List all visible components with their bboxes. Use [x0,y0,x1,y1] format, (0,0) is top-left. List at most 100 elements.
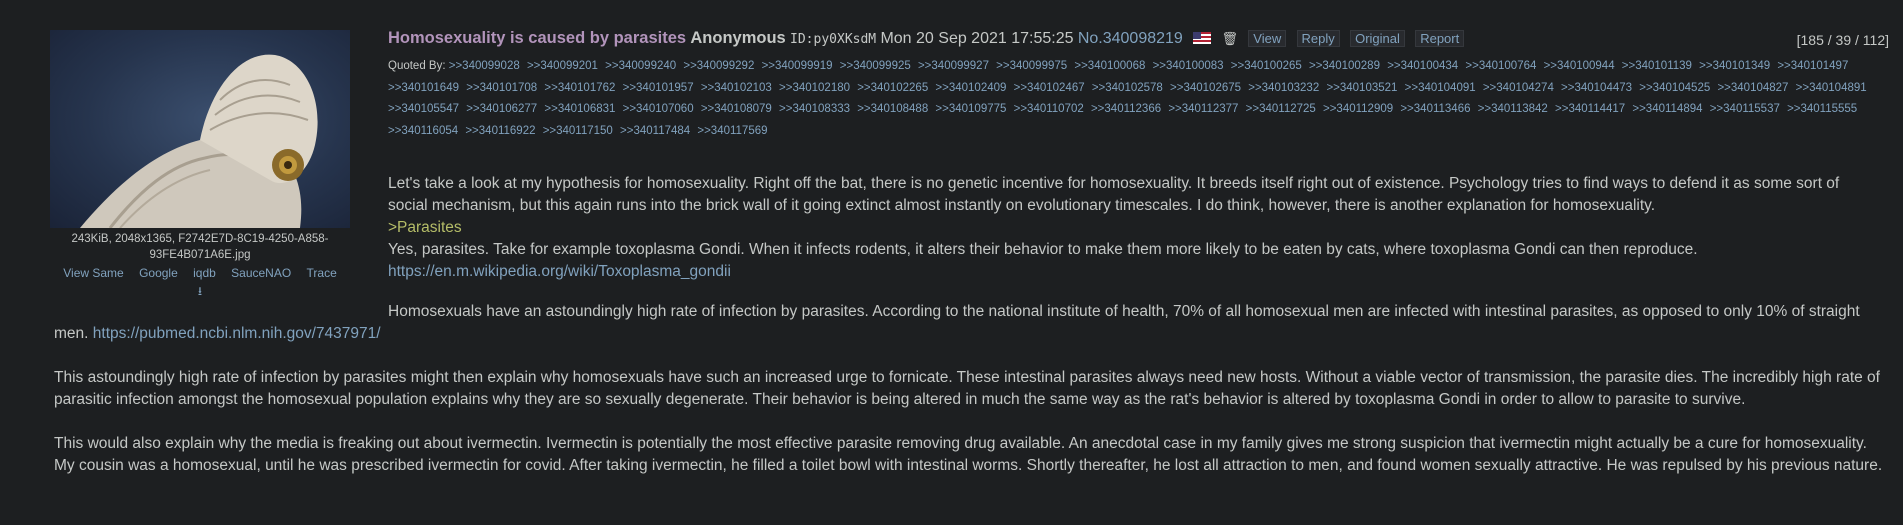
file-block: 243KiB, 2048x1365, F2742E7D-8C19-4250-A8… [50,30,350,303]
poster-id-label: ID: [790,32,814,47]
quote-link[interactable]: >>340102578 [1092,82,1163,94]
quote-link[interactable]: >>340101349 [1699,60,1770,72]
quote-link[interactable]: >>340116922 [465,125,535,137]
quote-link[interactable]: >>340117150 [543,125,613,137]
quote-link[interactable]: >>340101497 [1777,60,1848,72]
us-flag-icon [1193,32,1212,44]
trace-link[interactable]: Trace [307,266,337,280]
view-same-link[interactable]: View Same [63,266,123,280]
quote-link[interactable]: >>340101762 [544,82,615,94]
original-button[interactable]: Original [1350,30,1405,47]
pubmed-link[interactable]: https://pubmed.ncbi.nlm.nih.gov/7437971/ [93,325,381,342]
quote-link[interactable]: >>340100265 [1231,60,1302,72]
post-number: 340098219 [1102,30,1183,47]
iqdb-link[interactable]: iqdb [193,266,216,280]
quote-link[interactable]: >>340117569 [697,125,767,137]
post-message-bottom: Homosexuals have an astoundingly high ra… [54,301,1884,499]
quote-link[interactable]: >>340100764 [1465,60,1536,72]
quote-link[interactable]: >>340102265 [857,82,928,94]
post-number-label: No. [1077,30,1103,47]
post-thumbnail[interactable] [50,30,350,228]
quote-link[interactable]: >>340100944 [1544,60,1615,72]
quote-link[interactable]: >>340101649 [388,82,459,94]
post-subject: Homosexuality is caused by parasites [388,29,687,47]
quote-link[interactable]: >>340099975 [996,60,1067,72]
quoted-by-label: Quoted By: [388,60,446,72]
quote-link[interactable]: >>340108333 [779,103,850,115]
reply-counter: [185 / 39 / 112] [1796,32,1889,48]
quote-link[interactable]: >>340099927 [918,60,989,72]
quote-link[interactable]: >>340104525 [1639,82,1710,94]
quote-link[interactable]: >>340102467 [1014,82,1085,94]
image-search-links: View Same Google iqdb SauceNAO Trace [50,266,350,280]
quote-link[interactable]: >>340110702 [1014,103,1084,115]
quote-link[interactable]: >>340102180 [779,82,850,94]
quote-link[interactable]: >>340116054 [388,125,458,137]
quote-link[interactable]: >>340108079 [701,103,772,115]
quote-link[interactable]: >>340101139 [1622,60,1692,72]
wikipedia-link[interactable]: https://en.m.wikipedia.org/wiki/Toxoplas… [388,263,731,280]
quote-link[interactable]: >>340100068 [1074,60,1145,72]
worm-image [80,54,318,228]
quote-link[interactable]: >>340099201 [527,60,598,72]
reply-button[interactable]: Reply [1296,30,1340,47]
quoted-by: Quoted By: >>340099028 >>340099201 >>340… [388,56,1888,142]
quote-link[interactable]: >>340099919 [762,60,833,72]
quote-link[interactable]: >>340103521 [1326,82,1397,94]
quote-link[interactable]: >>340112377 [1168,103,1238,115]
quote-link[interactable]: >>340115537 [1710,103,1780,115]
quote-link[interactable]: >>340104274 [1483,82,1554,94]
quote-link[interactable]: >>340105547 [388,103,459,115]
quote-link[interactable]: >>340102675 [1170,82,1241,94]
quote-link[interactable]: >>340106831 [544,103,615,115]
quote-link[interactable]: >>340113466 [1400,103,1470,115]
quote-link[interactable]: >>340107060 [623,103,694,115]
quote-link[interactable]: >>340103232 [1248,82,1319,94]
quote-link[interactable]: >>340100289 [1309,60,1380,72]
message-paragraph: Homosexuals have an astoundingly high ra… [54,301,1884,345]
message-paragraph: Yes, parasites. Take for example toxopla… [388,241,1698,258]
poster-name: Anonymous [690,29,786,47]
post-message-top: Let's take a look at my hypothesis for h… [388,173,1883,283]
greentext-line: >Parasites [388,219,462,236]
message-paragraph: This astoundingly high rate of infection… [54,369,1880,408]
quote-link[interactable]: >>340117484 [620,125,690,137]
quote-link[interactable]: >>340113842 [1478,103,1548,115]
quote-link[interactable]: >>340112725 [1246,103,1316,115]
download-icon[interactable]: ⭳ [50,282,350,303]
quote-link[interactable]: >>340112366 [1091,103,1161,115]
quote-link[interactable]: >>340112909 [1323,103,1393,115]
file-info: 243KiB, 2048x1365, F2742E7D-8C19-4250-A8… [71,233,329,261]
quote-link[interactable]: >>340102103 [701,82,772,94]
quote-link[interactable]: >>340102409 [935,82,1006,94]
quote-link[interactable]: >>340101708 [466,82,537,94]
post-datetime: Mon 20 Sep 2021 17:55:25 [880,30,1074,47]
quote-link[interactable]: >>340099925 [840,60,911,72]
quote-link[interactable]: >>340099240 [605,60,676,72]
quote-link[interactable]: >>340108488 [857,103,928,115]
quote-link[interactable]: >>340109775 [935,103,1006,115]
quote-link[interactable]: >>340104891 [1796,82,1867,94]
poster-id[interactable]: ID:py0XKsdM [790,32,876,47]
quote-link[interactable]: >>340100083 [1153,60,1224,72]
message-paragraph: Let's take a look at my hypothesis for h… [388,175,1840,214]
quote-link[interactable]: >>340114417 [1555,103,1625,115]
quote-link[interactable]: >>340100434 [1387,60,1458,72]
quote-link[interactable]: >>340104473 [1561,82,1632,94]
trash-icon[interactable]: 🗑 [1221,31,1238,47]
quote-link[interactable]: >>340114894 [1632,103,1702,115]
quote-link[interactable]: >>340101957 [623,82,694,94]
message-paragraph: This would also explain why the media is… [54,435,1883,474]
view-button[interactable]: View [1248,30,1287,47]
quote-link[interactable]: >>340106277 [466,103,537,115]
quote-link[interactable]: >>340104827 [1717,82,1788,94]
quote-link[interactable]: >>340104091 [1405,82,1476,94]
report-button[interactable]: Report [1415,30,1465,47]
poster-id-value: py0XKsdM [813,32,877,47]
quote-link[interactable]: >>340099028 [449,60,520,72]
post-number-link[interactable]: No.340098219 [1078,30,1183,47]
saucenao-link[interactable]: SauceNAO [231,266,291,280]
quote-link[interactable]: >>340099292 [683,60,754,72]
google-link[interactable]: Google [139,266,178,280]
quote-link[interactable]: >>340115555 [1787,103,1857,115]
